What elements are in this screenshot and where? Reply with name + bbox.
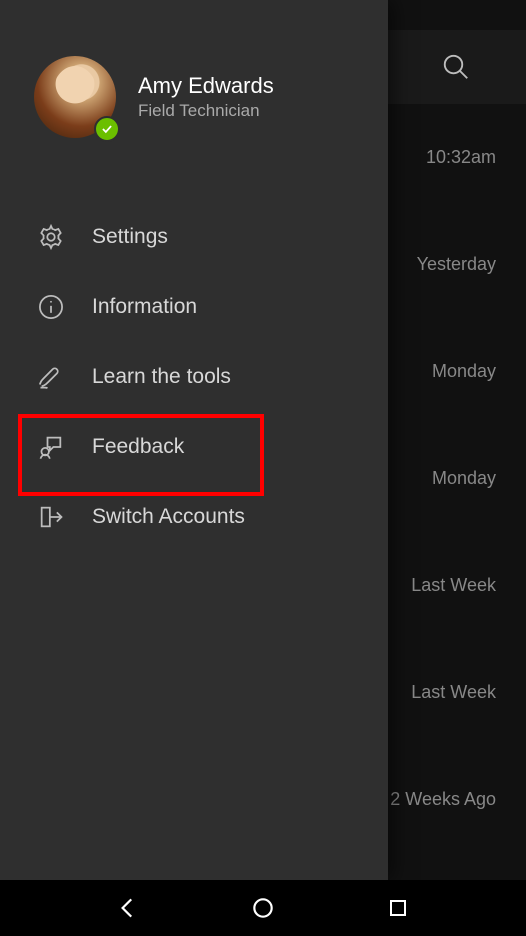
- home-button[interactable]: [243, 888, 283, 928]
- switch-icon: [36, 502, 66, 532]
- list-time: 10:32am: [390, 104, 496, 211]
- info-icon: [36, 292, 66, 322]
- menu-label: Feedback: [92, 435, 184, 459]
- menu-label: Information: [92, 295, 197, 319]
- menu-label: Learn the tools: [92, 365, 231, 389]
- list-time: Last Week: [390, 532, 496, 639]
- list-time: Last Week: [390, 639, 496, 746]
- drawer-menu: Settings Information Learn the tools Fee…: [0, 158, 388, 552]
- back-button[interactable]: [108, 888, 148, 928]
- search-bar-area[interactable]: [386, 30, 526, 104]
- navigation-drawer: Amy Edwards Field Technician Settings In…: [0, 0, 388, 880]
- list-time: 2 Weeks Ago: [390, 746, 496, 853]
- android-navbar: [0, 880, 526, 936]
- menu-item-settings[interactable]: Settings: [0, 202, 388, 272]
- menu-item-switch-accounts[interactable]: Switch Accounts: [0, 482, 388, 552]
- user-name: Amy Edwards: [138, 73, 274, 99]
- conversation-times: 10:32am Yesterday Monday Monday Last Wee…: [390, 104, 496, 853]
- menu-label: Switch Accounts: [92, 505, 245, 529]
- feedback-icon: [36, 432, 66, 462]
- list-time: Yesterday: [390, 211, 496, 318]
- search-icon: [441, 52, 471, 82]
- profile-text: Amy Edwards Field Technician: [138, 73, 274, 121]
- list-time: Monday: [390, 425, 496, 532]
- menu-item-learn[interactable]: Learn the tools: [0, 342, 388, 412]
- menu-item-information[interactable]: Information: [0, 272, 388, 342]
- pen-icon: [36, 362, 66, 392]
- presence-badge: [94, 116, 120, 142]
- overview-button[interactable]: [378, 888, 418, 928]
- list-time: Monday: [390, 318, 496, 425]
- avatar-container: [34, 56, 116, 138]
- profile-header[interactable]: Amy Edwards Field Technician: [0, 0, 388, 158]
- user-role: Field Technician: [138, 101, 274, 121]
- menu-item-feedback[interactable]: Feedback: [0, 412, 388, 482]
- gear-icon: [36, 222, 66, 252]
- menu-label: Settings: [92, 225, 168, 249]
